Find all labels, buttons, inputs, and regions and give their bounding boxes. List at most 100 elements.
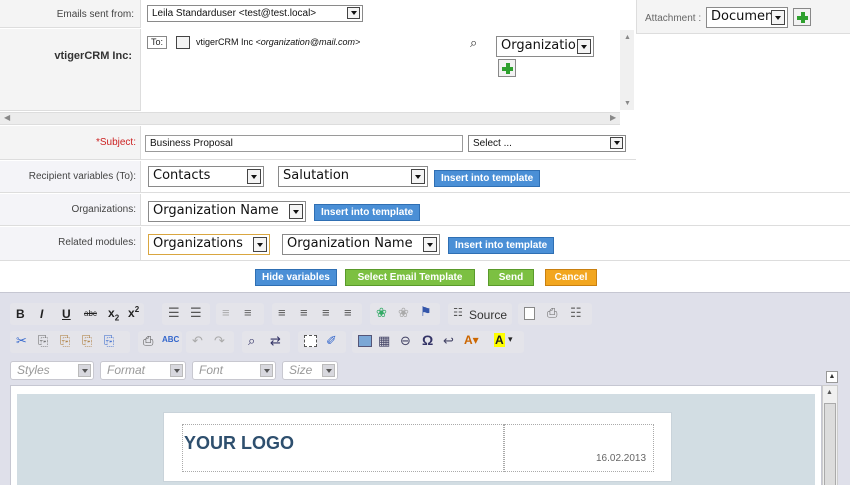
recipient-scrollbar[interactable] [620,30,634,110]
unlink-icon[interactable]: ❀ [398,305,409,321]
editor-scroll-up-icon[interactable]: ▲ [826,389,833,396]
insert-org-var-button[interactable]: Insert into template [314,204,421,221]
bold-icon[interactable]: B [16,307,25,321]
format-combo[interactable]: Format [100,361,186,380]
chevron-down-icon[interactable] [253,237,267,252]
templates-icon[interactable]: ☷ [570,305,582,321]
numbered-list-icon[interactable]: ☰ [168,305,180,321]
to-prefix: To: [147,36,168,49]
find-icon[interactable]: ⌕ [248,333,255,349]
recipient-vars-label: Recipient variables (To): [28,171,136,182]
chevron-down-icon[interactable] [247,169,261,184]
styles-combo[interactable]: Styles [10,361,94,380]
redo-icon[interactable]: ↷ [214,333,225,349]
chevron-down-icon[interactable] [423,237,437,252]
chevron-down-icon[interactable] [771,10,785,25]
anchor-icon[interactable]: ⚑ [420,304,432,320]
superscript-icon[interactable]: x2 [128,305,139,320]
hide-variables-button[interactable]: Hide variables [255,269,337,286]
email-form: Emails sent from: Leila Standarduser <te… [0,0,850,262]
attachment-select[interactable]: Document [706,7,788,28]
link-icon[interactable]: ❀ [376,305,387,321]
align-right-icon[interactable]: ≡ [322,305,330,320]
subject-variable-value: Select ... [473,138,512,149]
editor-scroll-thumb[interactable] [824,403,836,485]
copy-icon[interactable]: ⎘ [38,333,48,349]
underline-icon[interactable]: U [62,307,71,321]
chevron-down-icon[interactable] [610,137,623,149]
justify-icon[interactable]: ≡ [344,305,352,320]
select-template-button[interactable]: Select Email Template [345,269,475,286]
indent-icon[interactable]: ≡ [244,305,252,320]
scroll-right-icon[interactable]: ▶ [610,113,616,122]
related-field-select[interactable]: Organization Name [282,234,440,255]
org-field-select[interactable]: Organization Name [148,201,306,222]
page-break-icon[interactable]: ↩ [443,333,454,349]
font-combo[interactable]: Font [192,361,276,380]
preview-icon[interactable]: ⎙ [547,305,557,321]
print-icon[interactable]: ⎙ [143,333,153,349]
new-page-icon[interactable] [524,307,535,320]
company-label: vtigerCRM Inc: [54,50,132,62]
to-type-dropdown[interactable] [176,36,190,49]
recipient-entry: vtigerCRM Inc <organization@mail.com> [196,37,361,47]
paste-word-icon[interactable]: ⎘ [104,333,114,349]
cancel-button[interactable]: Cancel [545,269,597,286]
outdent-icon[interactable]: ≡ [222,305,230,320]
bg-color-icon[interactable]: A [494,333,505,347]
related-module-value: Organizations [153,236,243,251]
chevron-down-icon[interactable] [78,364,91,377]
toolbar-collapse-icon[interactable]: ▲ [826,371,838,383]
insert-related-var-button[interactable]: Insert into template [448,237,555,254]
replace-icon[interactable]: ⇄ [270,333,281,349]
cut-icon[interactable]: ✂ [16,333,27,349]
size-combo[interactable]: Size [282,361,338,380]
select-all-icon[interactable] [304,335,317,347]
italic-icon[interactable]: I [40,307,43,321]
recipient-vars-module-select[interactable]: Contacts [148,166,264,187]
chevron-down-icon[interactable] [347,7,360,19]
chevron-down-icon[interactable] [411,169,425,184]
related-module-select[interactable]: Organizations [148,234,270,255]
chevron-down-icon[interactable] [577,39,591,54]
recipient-vars-field-select[interactable]: Salutation [278,166,428,187]
recipient-module-select[interactable]: Organizations [496,36,594,57]
undo-icon[interactable]: ↶ [192,333,203,349]
size-value: Size [289,363,313,377]
bg-color-dropdown-icon[interactable]: ▾ [508,334,513,345]
horizontal-rule-icon[interactable]: ⊖ [400,333,411,349]
align-center-icon[interactable]: ≡ [300,305,308,320]
remove-format-icon[interactable]: ✐ [326,333,337,349]
chevron-down-icon[interactable] [260,364,273,377]
attachment-value: Document [711,9,779,24]
insert-recipient-var-button[interactable]: Insert into template [434,170,541,187]
clear-recipient-icon[interactable]: ⌕ [470,35,477,51]
form-hscrollbar[interactable] [0,112,620,125]
spellcheck-icon[interactable]: ABC [162,335,179,344]
add-attachment-icon[interactable] [793,8,811,26]
scroll-left-icon[interactable]: ◀ [4,113,10,122]
image-icon[interactable] [358,335,372,347]
scroll-up-icon[interactable]: ▲ [624,34,631,41]
chevron-down-icon[interactable] [322,364,335,377]
scroll-down-icon[interactable]: ▼ [624,100,631,107]
org-field-value: Organization Name [153,203,279,218]
sender-value: Leila Standarduser <test@test.local> [152,8,317,19]
chevron-down-icon[interactable] [289,204,303,219]
text-color-icon[interactable]: A▾ [464,333,479,347]
align-left-icon[interactable]: ≡ [278,305,286,320]
paste-icon[interactable]: ⎘ [60,333,70,349]
bullet-list-icon[interactable]: ☰ [190,305,202,321]
strike-icon[interactable]: abc [84,309,97,318]
sender-select[interactable]: Leila Standarduser <test@test.local> [147,5,363,22]
subject-input[interactable]: Business Proposal [145,135,463,152]
special-char-icon[interactable]: Ω [422,332,433,348]
add-recipient-icon[interactable] [498,59,516,77]
subject-variable-select[interactable]: Select ... [468,135,626,152]
editor-content-area[interactable]: YOUR LOGO 16.02.2013 [10,385,822,485]
send-button[interactable]: Send [488,269,534,286]
table-icon[interactable]: ▦ [378,333,390,349]
subscript-icon[interactable]: x2 [108,306,119,322]
paste-text-icon[interactable]: ⎘ [82,333,92,349]
chevron-down-icon[interactable] [170,364,183,377]
